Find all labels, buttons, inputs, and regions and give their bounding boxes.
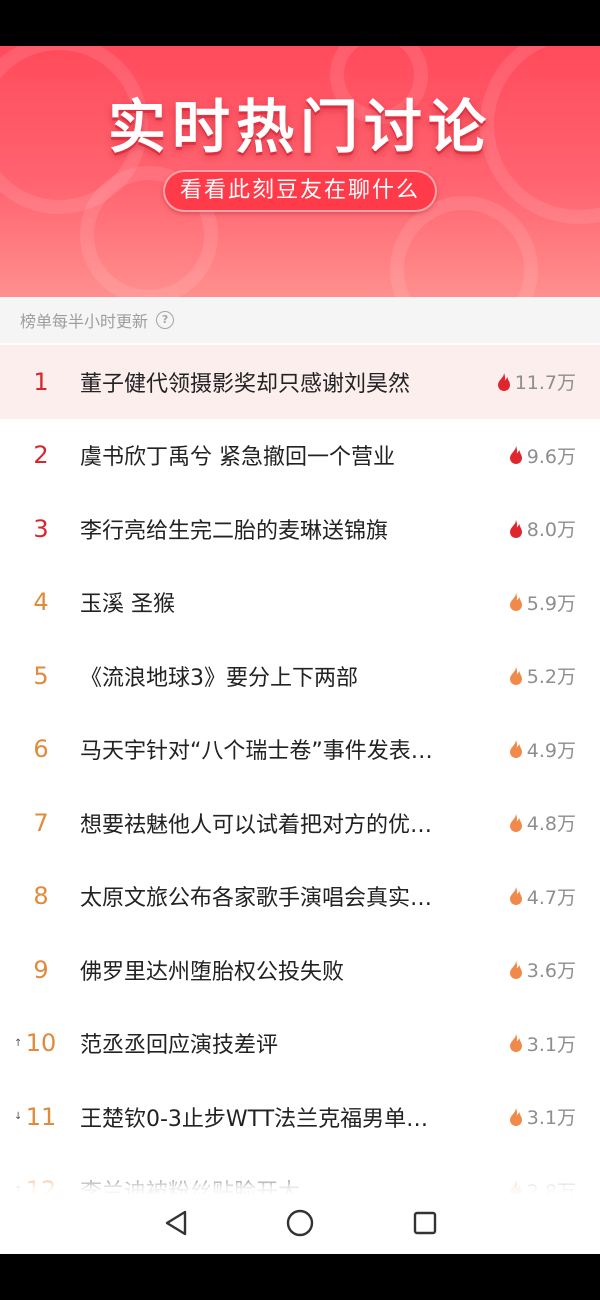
recent-square-icon[interactable]	[408, 1206, 442, 1240]
flame-icon	[509, 1107, 522, 1126]
banner-title: 实时热门讨论	[107, 93, 492, 161]
topic-title[interactable]: 李行亮给生完二胎的麦琳送锦旗	[80, 513, 470, 545]
rank-number: 11	[25, 1102, 57, 1131]
topic-title[interactable]: 玉溪 圣猴	[80, 586, 470, 618]
topic-title[interactable]: 佛罗里达州堕胎权公投失败	[80, 954, 470, 986]
heat-indicator: 3.6万	[509, 956, 576, 983]
banner-subtitle: 看看此刻豆友在聊什么	[163, 170, 437, 212]
flame-icon	[509, 740, 522, 759]
rank-number: 5	[33, 661, 49, 690]
heat-value: 4.8万	[526, 813, 576, 836]
heat-value: 5.2万	[526, 666, 576, 689]
topic-title[interactable]: 《流浪地球3》要分上下两部	[80, 660, 470, 692]
rank-number: 8	[33, 882, 49, 911]
hot-topic-row[interactable]: 2 虞书欣丁禹兮 紧急撤回一个营业 9.6万	[0, 419, 600, 493]
hot-topic-row[interactable]: 7 想要祛魅他人可以试着把对方的优… 4.8万	[0, 786, 600, 860]
rank-number: 3	[33, 514, 49, 543]
list-fade-overlay	[0, 1166, 600, 1196]
heat-value: 8.0万	[526, 519, 576, 542]
hot-topic-row[interactable]: 1 董子健代领摄影奖却只感谢刘昊然 11.7万	[0, 345, 600, 419]
heat-indicator: 8.0万	[509, 515, 576, 542]
home-circle-icon[interactable]	[283, 1206, 317, 1240]
topic-title[interactable]: 范丞丞回应演技差评	[80, 1027, 470, 1059]
topic-title[interactable]: 太原文旅公布各家歌手演唱会真实…	[80, 880, 470, 912]
heat-indicator: 4.9万	[509, 736, 576, 763]
rank-number: 4	[33, 588, 49, 617]
flame-icon	[509, 666, 522, 685]
topic-title[interactable]: 董子健代领摄影奖却只感谢刘昊然	[80, 366, 470, 398]
update-note-text: 榜单每半小时更新	[20, 312, 149, 331]
heat-value: 5.9万	[526, 592, 576, 615]
heat-indicator: 4.8万	[509, 809, 576, 836]
heat-indicator: 5.9万	[509, 589, 576, 616]
flame-icon	[509, 1034, 522, 1053]
rank-number: 9	[33, 955, 49, 984]
heat-indicator: 11.7万	[497, 368, 576, 395]
update-note-bar: 榜单每半小时更新 ?	[0, 297, 600, 343]
flame-icon	[509, 813, 522, 832]
hot-topic-row[interactable]: ↑ 10 范丞丞回应演技差评 3.1万	[0, 1007, 600, 1081]
help-question-icon[interactable]: ?	[156, 311, 175, 329]
heat-value: 11.7万	[514, 372, 576, 395]
heat-value: 3.1万	[526, 1107, 576, 1130]
heat-indicator: 3.1万	[509, 1030, 576, 1057]
hot-topic-row[interactable]: 4 玉溪 圣猴 5.9万	[0, 566, 600, 640]
hot-topic-list: 1 董子健代领摄影奖却只感谢刘昊然 11.7万 2 虞书欣丁禹兮 紧急撤回一个营业 9.6…	[0, 345, 600, 1227]
heat-indicator: 9.6万	[509, 442, 576, 469]
topic-title[interactable]: 王楚钦0-3止步WTT法兰克福男单…	[80, 1101, 470, 1133]
system-navigation-bar	[0, 1194, 600, 1254]
flame-icon	[509, 887, 522, 906]
app-screen: 实时热门讨论 看看此刻豆友在聊什么 榜单每半小时更新 ? 1 董子健代领摄影奖却只…	[0, 46, 600, 1254]
rank-number: 1	[33, 367, 49, 396]
topic-title[interactable]: 想要祛魅他人可以试着把对方的优…	[80, 807, 470, 839]
flame-icon	[509, 446, 522, 465]
rank-number: 6	[33, 735, 49, 764]
topic-title[interactable]: 马天宇针对“八个瑞士卷”事件发表…	[80, 733, 470, 765]
heat-indicator: 5.2万	[509, 662, 576, 689]
heat-indicator: 3.1万	[509, 1103, 576, 1130]
hot-topic-row[interactable]: 5 《流浪地球3》要分上下两部 5.2万	[0, 639, 600, 713]
flame-icon	[497, 372, 510, 391]
heat-value: 3.6万	[526, 960, 576, 983]
topic-title[interactable]: 虞书欣丁禹兮 紧急撤回一个营业	[80, 439, 470, 471]
heat-value: 4.9万	[526, 739, 576, 762]
flame-icon	[509, 519, 522, 538]
hot-topic-row[interactable]: ↓ 11 王楚钦0-3止步WTT法兰克福男单… 3.1万	[0, 1080, 600, 1154]
hot-topic-row[interactable]: 8 太原文旅公布各家歌手演唱会真实… 4.7万	[0, 860, 600, 934]
back-triangle-icon[interactable]	[159, 1206, 193, 1240]
flame-icon	[509, 593, 522, 612]
hot-topic-row[interactable]: 3 李行亮给生完二胎的麦琳送锦旗 8.0万	[0, 492, 600, 566]
rank-number: 10	[25, 1029, 57, 1058]
heat-value: 3.1万	[526, 1033, 576, 1056]
hot-topic-row[interactable]: 6 马天宇针对“八个瑞士卷”事件发表… 4.9万	[0, 713, 600, 787]
rank-number: 2	[33, 441, 49, 470]
heat-value: 4.7万	[526, 886, 576, 909]
heat-value: 9.6万	[526, 445, 576, 468]
rank-number: 7	[33, 808, 49, 837]
hot-discussion-banner: 实时热门讨论 看看此刻豆友在聊什么	[0, 46, 600, 297]
heat-indicator: 4.7万	[509, 883, 576, 910]
flame-icon	[509, 960, 522, 979]
hot-topic-row[interactable]: 9 佛罗里达州堕胎权公投失败 3.6万	[0, 933, 600, 1007]
